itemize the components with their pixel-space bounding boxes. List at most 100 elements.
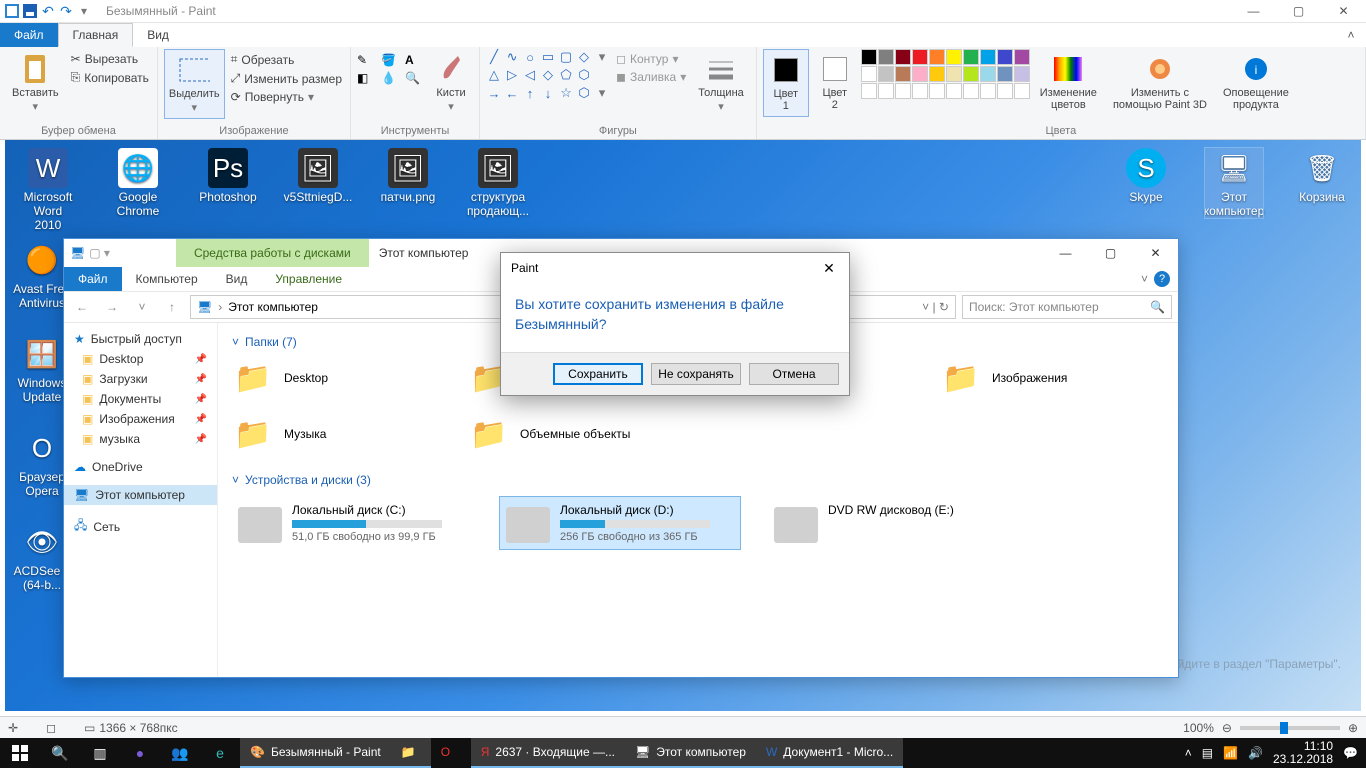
desktop-icon[interactable]: WMicrosoft Word 2010 [19,148,77,232]
sidebar-this-pc[interactable]: 🖥Этот компьютер [64,485,217,505]
color-swatch[interactable] [895,49,911,65]
taskbar-yandex[interactable]: Я2637 · Входящие —... [471,738,625,768]
nav-forward[interactable]: → [100,295,124,319]
zoom-in[interactable]: ⊕ [1348,721,1358,735]
color-swatch[interactable] [946,66,962,82]
nav-back[interactable]: ← [70,295,94,319]
nav-recent[interactable]: ˅ [130,295,154,319]
dialog-close[interactable]: ✕ [815,257,843,279]
color-palette[interactable] [861,49,1030,99]
color-swatch[interactable] [1014,66,1030,82]
explorer-close[interactable]: ✕ [1133,239,1178,267]
zoom-out[interactable]: ⊖ [1222,721,1232,735]
sidebar-network[interactable]: 🖧Сеть [64,513,217,540]
color-swatch[interactable] [912,66,928,82]
edge-button[interactable]: e [200,738,240,768]
alert-button[interactable]: i Оповещение продукта [1217,49,1295,115]
color-swatch[interactable] [1014,83,1030,99]
redo-icon[interactable]: ↷ [58,3,74,19]
close-button[interactable]: ✕ [1321,0,1366,23]
color-swatch[interactable] [963,66,979,82]
folder-item[interactable]: 📁Музыка [232,413,442,455]
sidebar-item[interactable]: ▣Загрузки📌 [64,369,217,389]
undo-icon[interactable]: ↶ [40,3,56,19]
sidebar-item[interactable]: ▣Документы📌 [64,389,217,409]
color-swatch[interactable] [980,83,996,99]
color-swatch[interactable] [963,83,979,99]
help-icon[interactable]: ? [1154,271,1170,287]
resize-button[interactable]: ⤢Изменить размер [229,70,344,87]
nav-up[interactable]: ↑ [160,295,184,319]
tray-volume-icon[interactable]: 🔊 [1248,746,1263,760]
zoom-icon[interactable]: 🔍 [405,71,425,85]
color-swatch[interactable] [929,49,945,65]
color-swatch[interactable] [997,83,1013,99]
maximize-button[interactable]: ▢ [1276,0,1321,23]
color-swatch[interactable] [963,49,979,65]
explorer-tab-file[interactable]: Файл [64,267,122,291]
desktop-icon[interactable]: 🗑Корзина [1293,148,1351,218]
thickness-button[interactable]: Толщина ▾ [692,49,750,117]
edit-colors-button[interactable]: Изменение цветов [1034,49,1103,115]
search-button[interactable]: 🔍 [40,738,80,768]
sidebar-item[interactable]: ▣Desktop📌 [64,349,217,369]
tray-clock[interactable]: 11:10 23.12.2018 [1273,740,1333,766]
color-swatch[interactable] [895,66,911,82]
explorer-minimize[interactable]: — [1043,239,1088,267]
shapes-gallery[interactable]: ╱∿○▭▢◇▾ △▷◁◇⬠⬡ →←↑↓☆⬡▾ [486,49,610,101]
desktop-icon[interactable]: 🖥Этот компьютер [1205,148,1263,218]
taskbar-opera[interactable]: O [431,738,471,768]
desktop-icon[interactable]: 🌐Google Chrome [109,148,167,232]
desktop-icon[interactable]: 🖼v5SttniegD... [289,148,347,232]
copy-button[interactable]: ⎘Копировать [69,69,151,86]
color-swatch[interactable] [861,49,877,65]
tab-file[interactable]: Файл [0,23,58,47]
pencil-icon[interactable]: ✎ [357,53,377,67]
paint3d-button[interactable]: Изменить с помощью Paint 3D [1107,49,1213,115]
color-swatch[interactable] [878,83,894,99]
save-button[interactable]: Сохранить [553,363,643,385]
explorer-tab-computer[interactable]: Компьютер [122,267,212,291]
cut-button[interactable]: ✂Вырезать [69,51,151,67]
color-swatch[interactable] [997,66,1013,82]
drive-item[interactable]: Локальный диск (C:)51,0 ГБ свободно из 9… [232,497,472,549]
color-swatch[interactable] [878,66,894,82]
qat-dropdown-icon[interactable]: ▾ [76,3,92,19]
color-swatch[interactable] [980,49,996,65]
explorer-search[interactable]: Поиск: Этот компьютер 🔍 [962,295,1172,319]
picker-icon[interactable]: 💧 [381,71,401,85]
shape-fill-button[interactable]: ◼Заливка ▾ [614,69,688,85]
color-swatch[interactable] [1014,49,1030,65]
fill-icon[interactable]: 🪣 [381,53,401,67]
brushes-button[interactable]: Кисти ▾ [429,49,473,117]
color-swatch[interactable] [895,83,911,99]
tray-up-icon[interactable]: ˄ [1185,746,1192,760]
color-swatch[interactable] [929,83,945,99]
folder-item[interactable]: 📁Объемные объекты [468,413,678,455]
color-swatch[interactable] [861,83,877,99]
taskbar-explorer[interactable]: 🖥Этот компьютер [625,738,756,768]
select-button[interactable]: Выделить ▾ [164,49,225,119]
tab-home[interactable]: Главная [58,23,134,47]
zoom-slider[interactable] [1240,726,1340,730]
sidebar-onedrive[interactable]: ☁OneDrive [64,457,217,477]
color-swatch[interactable] [912,83,928,99]
paint-canvas[interactable]: WMicrosoft Word 2010 🌐Google Chrome PsPhot… [0,140,1366,716]
eraser-icon[interactable]: ◧ [357,71,377,85]
sidebar-item[interactable]: ▣Изображения📌 [64,409,217,429]
color-swatch[interactable] [878,49,894,65]
people-button[interactable]: 👥 [160,738,200,768]
tray-wifi-icon[interactable]: 📶 [1223,746,1238,760]
rotate-button[interactable]: ⟳Повернуть ▾ [229,89,344,105]
desktop-icon[interactable]: SSkype [1117,148,1175,218]
taskbar-explorer-pin[interactable]: 📁 [391,738,431,768]
task-view-button[interactable]: ▥ [80,738,120,768]
start-button[interactable] [0,738,40,768]
paste-button[interactable]: Вставить ▾ [6,49,65,117]
folder-item[interactable]: 📁Desktop [232,357,442,399]
tab-view[interactable]: Вид [133,23,183,47]
drives-header[interactable]: ˅Устройства и диски (3) [232,473,1164,487]
desktop-icon[interactable]: PsPhotoshop [199,148,257,232]
save-icon[interactable] [22,3,38,19]
cancel-button[interactable]: Отмена [749,363,839,385]
